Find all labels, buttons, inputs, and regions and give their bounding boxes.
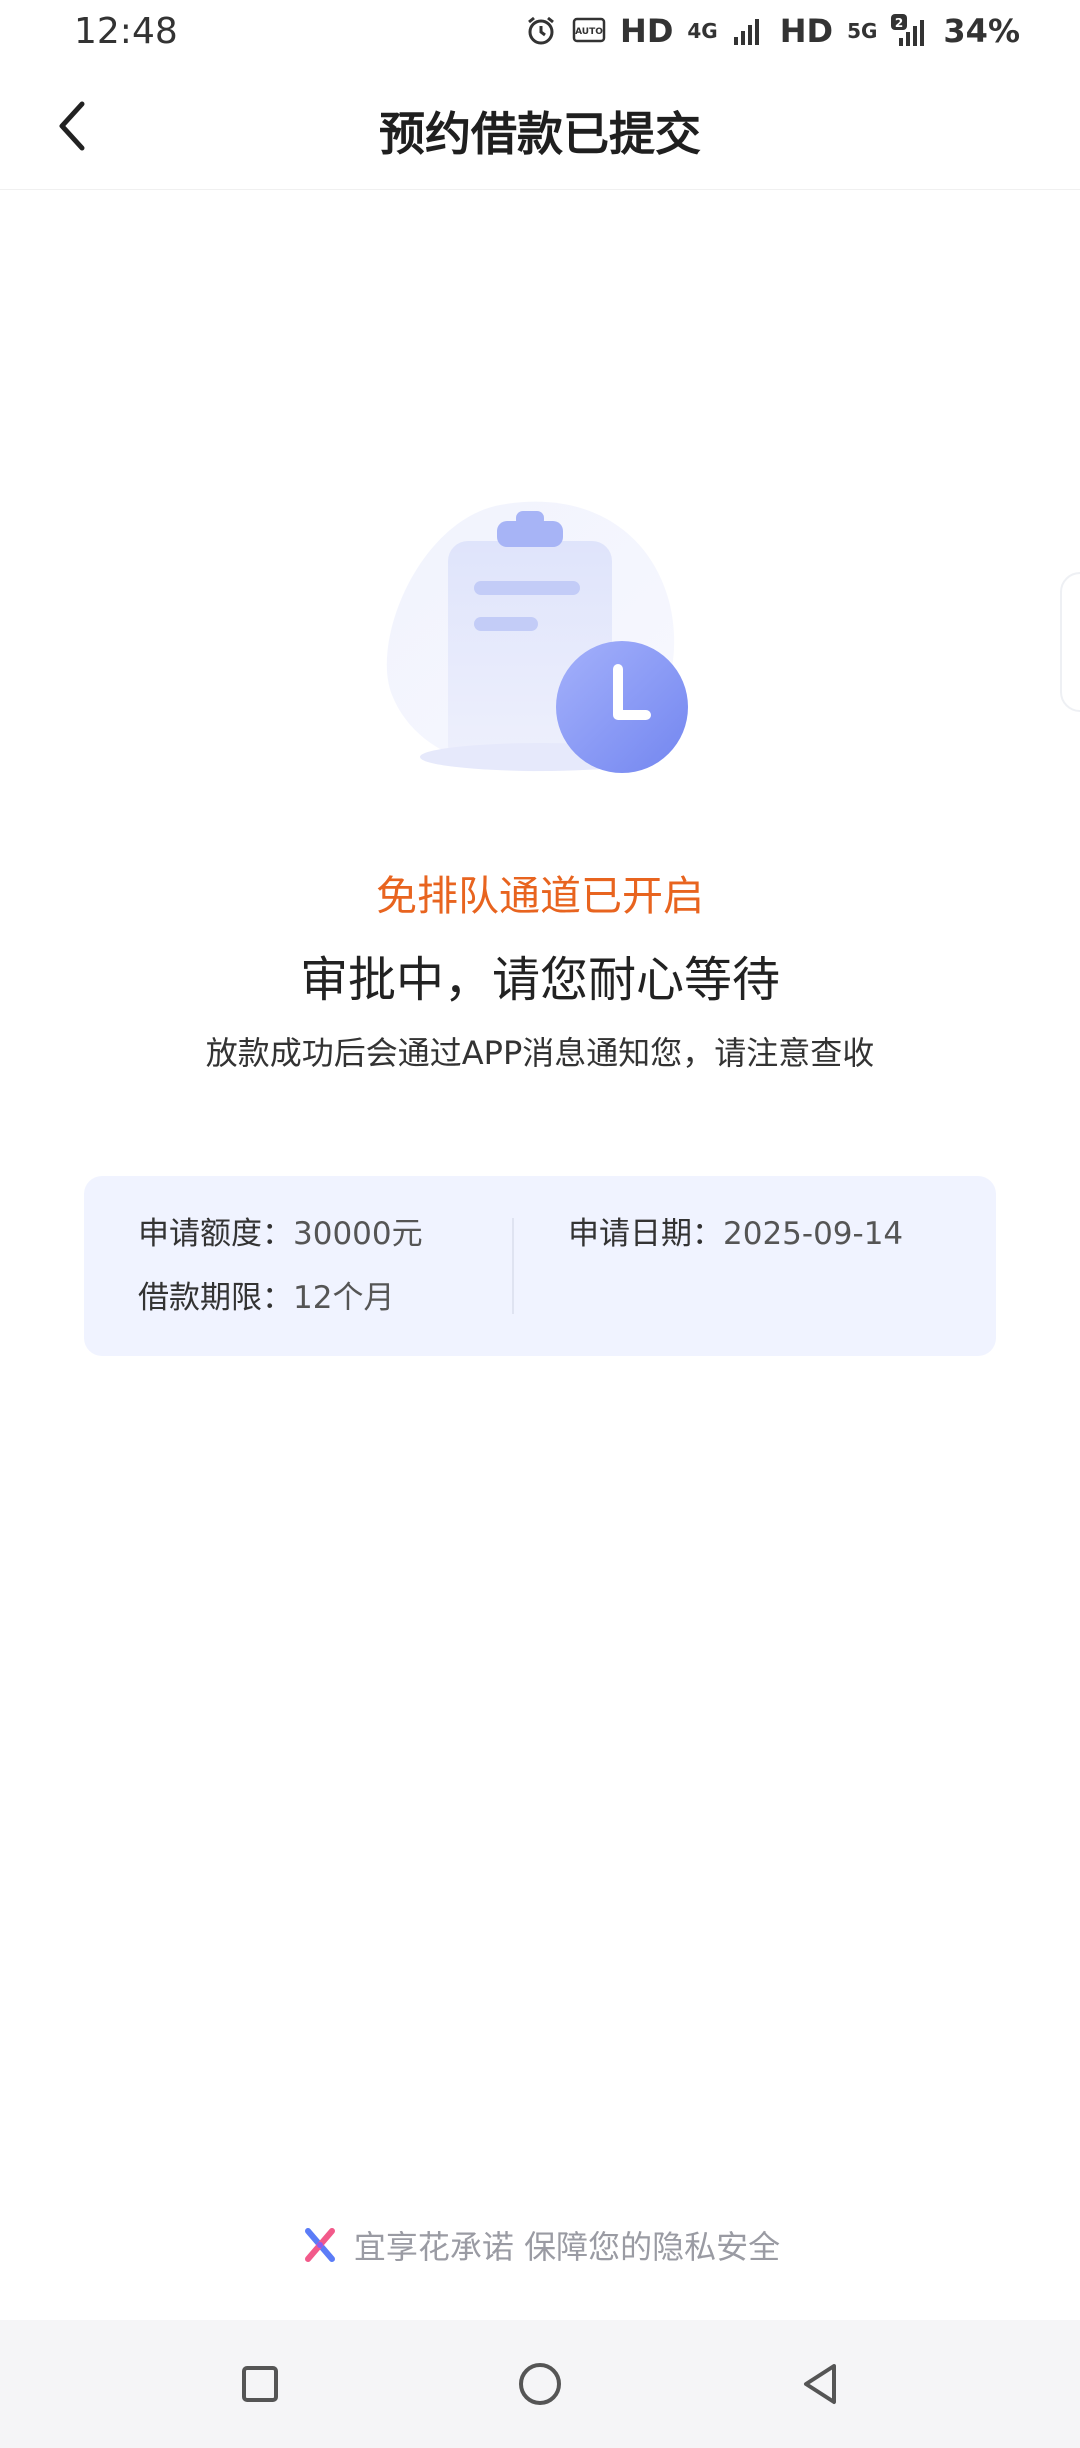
status-time: 12:48: [74, 10, 178, 52]
svg-text:2: 2: [895, 16, 903, 30]
status-bar: 12:48 AUTO HD 4G HD 5G 2 34%: [0, 0, 1080, 62]
privacy-footer: 宜享花承诺 保障您的隐私安全: [0, 2222, 1080, 2268]
network-type-1: 4G: [687, 19, 718, 43]
status-icons: AUTO HD 4G HD 5G 2 34%: [524, 12, 1020, 50]
square-icon: [242, 2366, 278, 2402]
circle-icon: [519, 2363, 561, 2405]
info-right-column: 申请日期：2025-09-14: [568, 1212, 903, 1276]
fast-channel-notice: 免排队通道已开启: [376, 872, 704, 920]
home-button[interactable]: [495, 2339, 585, 2429]
loan-term-label: 借款期限：: [138, 1280, 293, 1316]
signal-icon-1: [732, 15, 766, 47]
recents-button[interactable]: [215, 2339, 305, 2429]
approval-status: 审批中，请您耐心等待: [299, 952, 780, 1008]
loan-term-row: 借款期限：12个月: [138, 1276, 423, 1320]
brand-logo-icon: [304, 2228, 335, 2262]
floating-edge-tab[interactable]: [1060, 572, 1080, 712]
battery-percent: 34%: [943, 12, 1020, 50]
apply-date-row: 申请日期：2025-09-14: [568, 1212, 903, 1256]
svg-text:AUTO: AUTO: [575, 27, 603, 37]
alarm-icon: [524, 14, 558, 48]
hd-label-1: HD: [620, 12, 674, 50]
privacy-footer-text: 宜享花承诺 保障您的隐私安全: [353, 2228, 781, 2266]
apply-date-value: 2025-09-14: [723, 1216, 904, 1252]
info-divider: [512, 1218, 514, 1314]
system-back-button[interactable]: [775, 2339, 865, 2429]
notification-hint: 放款成功后会通过APP消息通知您，请注意查收: [205, 1034, 875, 1072]
page-title: 预约借款已提交: [379, 107, 701, 161]
loan-term-value: 12个月: [293, 1280, 395, 1316]
apply-amount-label: 申请额度：: [138, 1216, 293, 1252]
triangle-back-icon: [804, 2364, 836, 2404]
signal-icon-2: 2: [891, 14, 929, 48]
auto-brightness-icon: AUTO: [572, 16, 606, 46]
apply-amount-value: 30000元: [293, 1216, 423, 1252]
network-type-2: 5G: [847, 19, 878, 43]
loan-info-card: 申请额度：30000元 借款期限：12个月 申请日期：2025-09-14: [84, 1176, 996, 1356]
apply-date-label: 申请日期：: [568, 1216, 723, 1252]
nav-bar: 预约借款已提交: [0, 62, 1080, 190]
info-left-column: 申请额度：30000元 借款期限：12个月: [138, 1212, 423, 1340]
screen: 12:48 AUTO HD 4G HD 5G 2 34% 预约借款已提交 免排队…: [0, 0, 1080, 2448]
system-nav-bar: [0, 2320, 1080, 2448]
hd-label-2: HD: [779, 12, 834, 50]
apply-amount-row: 申请额度：30000元: [138, 1212, 423, 1256]
clipboard-clock-icon: [380, 495, 700, 785]
